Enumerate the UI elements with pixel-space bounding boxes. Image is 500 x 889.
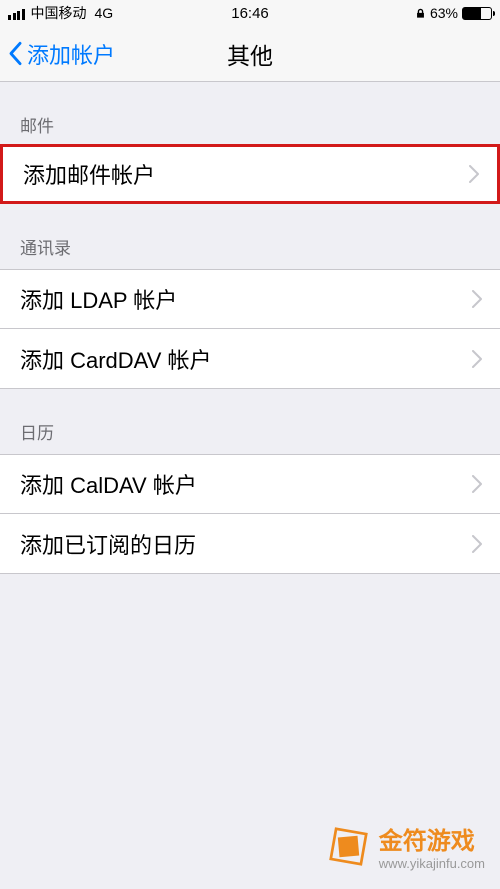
page-title: 其他 [227,37,273,71]
chevron-right-icon [472,290,482,308]
watermark-url: www.yikajinfu.com [379,856,485,871]
add-subscribed-label: 添加已订阅的日历 [20,528,196,560]
battery-icon [462,7,492,20]
add-ldap-label: 添加 LDAP 帐户 [20,283,177,315]
signal-icon [8,7,25,20]
add-caldav-label: 添加 CalDAV 帐户 [20,468,197,500]
nav-bar: 添加帐户 其他 [0,26,500,82]
status-bar: 中国移动 4G 16:46 63% [0,0,500,26]
add-mail-account-label: 添加邮件帐户 [23,158,155,190]
add-ldap-account-item[interactable]: 添加 LDAP 帐户 [0,269,500,329]
carrier-label: 中国移动 [31,3,87,23]
status-right: 63% [415,5,492,21]
battery-pct: 63% [430,5,458,21]
back-label: 添加帐户 [27,38,115,70]
chevron-left-icon [8,41,23,66]
watermark-logo-icon [326,824,371,869]
network-label: 4G [95,5,114,21]
chevron-right-icon [469,165,479,183]
chevron-right-icon [472,350,482,368]
section-header-calendar: 日历 [0,389,500,454]
watermark-title: 金符游戏 [379,821,485,856]
add-carddav-label: 添加 CardDAV 帐户 [20,343,212,375]
status-time: 16:46 [231,5,269,22]
back-button[interactable]: 添加帐户 [8,38,115,70]
section-header-contacts: 通讯录 [0,204,500,269]
status-left: 中国移动 4G [8,3,113,23]
watermark: 金符游戏 www.yikajinfu.com [326,821,485,871]
add-subscribed-calendar-item[interactable]: 添加已订阅的日历 [0,514,500,574]
section-header-mail: 邮件 [0,82,500,147]
chevron-right-icon [472,535,482,553]
add-carddav-account-item[interactable]: 添加 CardDAV 帐户 [0,329,500,389]
add-mail-account-item[interactable]: 添加邮件帐户 [0,144,500,204]
add-caldav-account-item[interactable]: 添加 CalDAV 帐户 [0,454,500,514]
orientation-lock-icon [415,8,426,19]
chevron-right-icon [472,475,482,493]
